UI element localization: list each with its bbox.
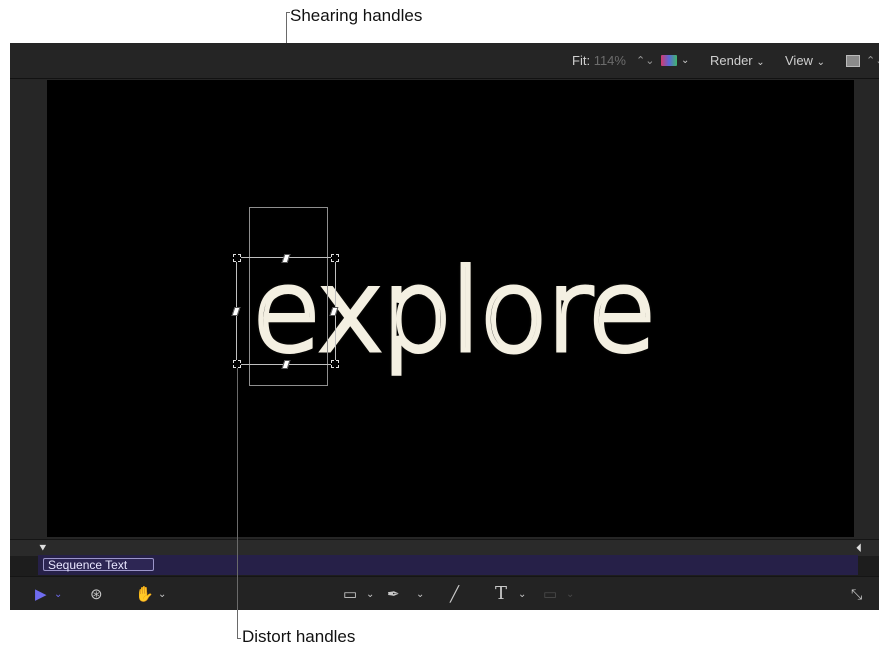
mask-tool-icon: ▭	[543, 586, 558, 603]
pen-chevron-icon[interactable]: ⌄	[416, 589, 424, 600]
motion-canvas-window: Fit: 114% ⌃⌄ ⌄ Render ⌄ View ⌄ ⌃⌄ explor…	[10, 43, 879, 610]
fit-value: 114%	[593, 53, 626, 68]
render-chevron-icon: ⌄	[756, 57, 765, 68]
distort-handle-bottom-right[interactable]	[331, 360, 339, 368]
mask-chevron-icon: ⌄	[566, 589, 575, 600]
view-label: View	[785, 53, 813, 68]
glyph-transform-box	[236, 257, 336, 365]
layer-track: Sequence Text	[38, 555, 858, 575]
distort-handle-top-left[interactable]	[233, 254, 241, 262]
distort-callout-line	[237, 368, 238, 639]
view-menu[interactable]: View ⌄	[785, 53, 825, 68]
rectangle-shape-icon[interactable]: ▭	[343, 585, 357, 603]
render-menu[interactable]: Render ⌄	[710, 53, 765, 68]
select-chevron-icon[interactable]: ⌄	[54, 589, 62, 600]
pan-hand-icon[interactable]: ✋	[135, 585, 154, 603]
distort-callout-tick	[237, 638, 241, 639]
fullscreen-icon[interactable]: ⤡	[851, 586, 862, 603]
shearing-handles-callout: Shearing handles	[290, 6, 423, 25]
channels-color-icon[interactable]	[661, 55, 677, 66]
view-chevron-icon: ⌄	[816, 57, 825, 68]
paint-stroke-icon[interactable]: ╱	[450, 585, 459, 603]
text-chevron-icon[interactable]: ⌄	[518, 589, 526, 600]
view-layout-stepper-icon[interactable]: ⌃⌄	[866, 54, 879, 67]
mini-timeline[interactable]: ⯆ ⏴	[10, 539, 879, 556]
distort-handle-top-right[interactable]	[331, 254, 339, 262]
canvas[interactable]: explore	[47, 80, 854, 537]
3d-transform-icon[interactable]: ⊛	[90, 585, 103, 603]
pan-chevron-icon[interactable]: ⌄	[158, 589, 166, 600]
render-label: Render	[710, 53, 753, 68]
select-transform-icon[interactable]: ▶	[35, 585, 47, 603]
shape-chevron-icon[interactable]: ⌄	[366, 589, 374, 600]
distort-handle-bottom-left[interactable]	[233, 360, 241, 368]
fit-zoom-control[interactable]: Fit: 114%	[572, 53, 626, 68]
play-range-end-icon[interactable]: ⏴	[856, 541, 862, 556]
channels-chevron-icon[interactable]: ⌄	[681, 55, 689, 66]
viewer-toolbar: Fit: 114% ⌃⌄ ⌄ Render ⌄ View ⌄ ⌃⌄	[10, 43, 879, 79]
view-layout-icon[interactable]	[846, 55, 860, 67]
bezier-pen-icon[interactable]: ✒	[387, 585, 400, 603]
text-tool-icon[interactable]: T	[495, 583, 507, 604]
fit-label: Fit:	[572, 53, 591, 68]
play-range-start-icon[interactable]: ⯆	[38, 541, 48, 556]
distort-handles-callout: Distort handles	[242, 627, 356, 646]
canvas-toolbar: ▶ ⌄ ⊛ ✋ ⌄ ▭ ⌄ ✒ ⌄ ╱ T ⌄ ▭ ⌄ ⤡	[10, 576, 879, 610]
canvas-frame: explore	[10, 79, 879, 539]
layer-bar[interactable]: Sequence Text	[43, 558, 154, 572]
fit-stepper-icon[interactable]: ⌃⌄	[636, 54, 654, 67]
